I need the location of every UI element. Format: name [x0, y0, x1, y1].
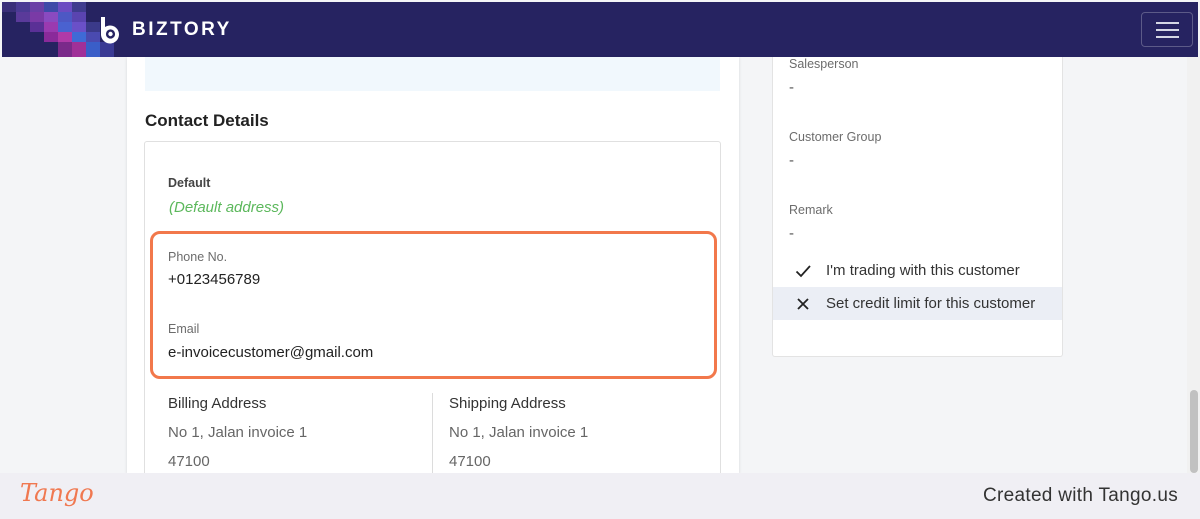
remark-label: Remark	[789, 203, 833, 217]
customer-group-label: Customer Group	[789, 130, 882, 144]
customer-group-value: -	[789, 152, 794, 169]
credit-limit-option[interactable]: Set credit limit for this customer	[773, 287, 1062, 320]
tango-credit-text: Created with Tango.us	[982, 485, 1178, 506]
hamburger-menu-icon	[1156, 22, 1179, 24]
remark-value: -	[789, 225, 794, 242]
biztory-logo-icon	[96, 15, 126, 45]
tango-logo: Tango	[20, 479, 94, 507]
salesperson-label: Salesperson	[789, 57, 859, 71]
hamburger-menu-icon	[1156, 36, 1179, 38]
brand-name: BIZTORY	[132, 19, 232, 40]
phone-label: Phone No.	[168, 250, 228, 264]
shipping-address-line2: 47100	[449, 453, 491, 470]
trading-option-label: I'm trading with this customer	[826, 262, 1020, 279]
default-address-value: (Default address)	[169, 199, 285, 216]
trading-option[interactable]: I'm trading with this customer	[773, 254, 1062, 287]
hamburger-menu-button[interactable]	[1141, 12, 1193, 47]
contact-details-heading: Contact Details	[145, 111, 269, 130]
scrollbar-thumb[interactable]	[1190, 390, 1198, 473]
billing-address-line2: 47100	[168, 453, 210, 470]
tango-footer: Tango Created with Tango.us	[0, 473, 1200, 519]
billing-address-title: Billing Address	[168, 395, 267, 412]
info-panel	[145, 57, 720, 91]
close-icon	[797, 298, 809, 310]
shipping-address-title: Shipping Address	[449, 395, 566, 412]
credit-limit-option-label: Set credit limit for this customer	[826, 295, 1036, 312]
billing-address-line1: No 1, Jalan invoice 1	[168, 424, 308, 441]
phone-value: +0123456789	[168, 271, 261, 288]
top-navbar: BIZTORY	[2, 2, 1198, 57]
brand-logo[interactable]: BIZTORY	[96, 15, 232, 45]
check-icon	[795, 265, 811, 278]
email-value: e-invoicecustomer@gmail.com	[168, 344, 374, 361]
email-label: Email	[168, 322, 200, 336]
default-address-label: Default	[168, 176, 211, 190]
shipping-address-line1: No 1, Jalan invoice 1	[449, 424, 589, 441]
hamburger-menu-icon	[1156, 29, 1179, 31]
salesperson-value: -	[789, 79, 794, 96]
address-divider	[432, 393, 433, 473]
